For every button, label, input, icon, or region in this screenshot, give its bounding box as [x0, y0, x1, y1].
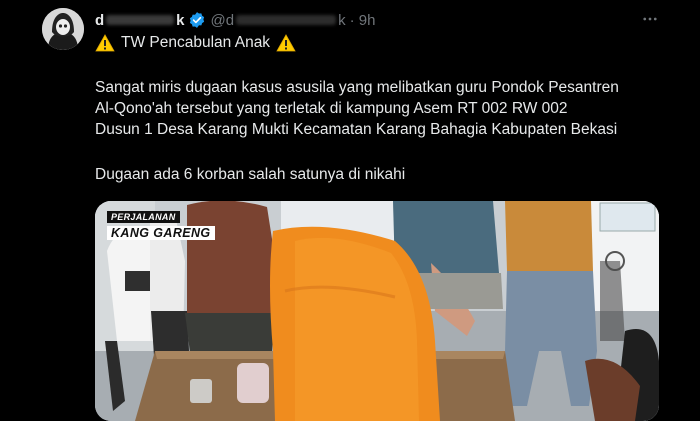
- verified-badge-icon: [188, 11, 206, 29]
- tweet-body: Sangat miris dugaan kasus asusila yang m…: [95, 77, 619, 140]
- watermark: PERJALANAN KANG GARENG: [107, 207, 215, 240]
- tweet-body-line: Al-Qono'ah tersebut yang terletak di kam…: [95, 100, 568, 117]
- tweet-body-line: Dusun 1 Desa Karang Mukti Kecamatan Kara…: [95, 121, 618, 138]
- display-name-end: k: [176, 11, 185, 29]
- avatar-image: [42, 8, 84, 50]
- handle-end: k: [338, 11, 346, 29]
- tweet-body-line: Sangat miris dugaan kasus asusila yang m…: [95, 79, 619, 96]
- tweet-time[interactable]: · 9h: [350, 12, 376, 29]
- display-name-start: d: [95, 11, 105, 29]
- tweet[interactable]: d k @d k · 9h TW Pencabulan Anak Sangat …: [0, 0, 700, 421]
- handle[interactable]: @d k · 9h: [211, 12, 376, 29]
- more-options-icon[interactable]: [640, 10, 660, 28]
- tweet-body-second: Dugaan ada 6 korban salah satunya di nik…: [95, 166, 406, 183]
- avatar[interactable]: [42, 8, 84, 50]
- warning-icon: [95, 34, 115, 52]
- tweet-media[interactable]: PERJALANAN KANG GARENG: [95, 201, 659, 421]
- redacted-name: [106, 15, 175, 25]
- watermark-bottom: KANG GARENG: [107, 226, 215, 240]
- tweet-title: TW Pencabulan Anak: [95, 34, 296, 52]
- display-name[interactable]: d k: [95, 12, 185, 29]
- handle-start: @d: [210, 11, 235, 29]
- watermark-top: PERJALANAN: [107, 211, 180, 223]
- tweet-header: d k @d k · 9h: [95, 10, 375, 30]
- redacted-handle: [236, 15, 337, 25]
- warning-icon: [276, 34, 296, 52]
- tweet-title-text: TW Pencabulan Anak: [121, 34, 271, 51]
